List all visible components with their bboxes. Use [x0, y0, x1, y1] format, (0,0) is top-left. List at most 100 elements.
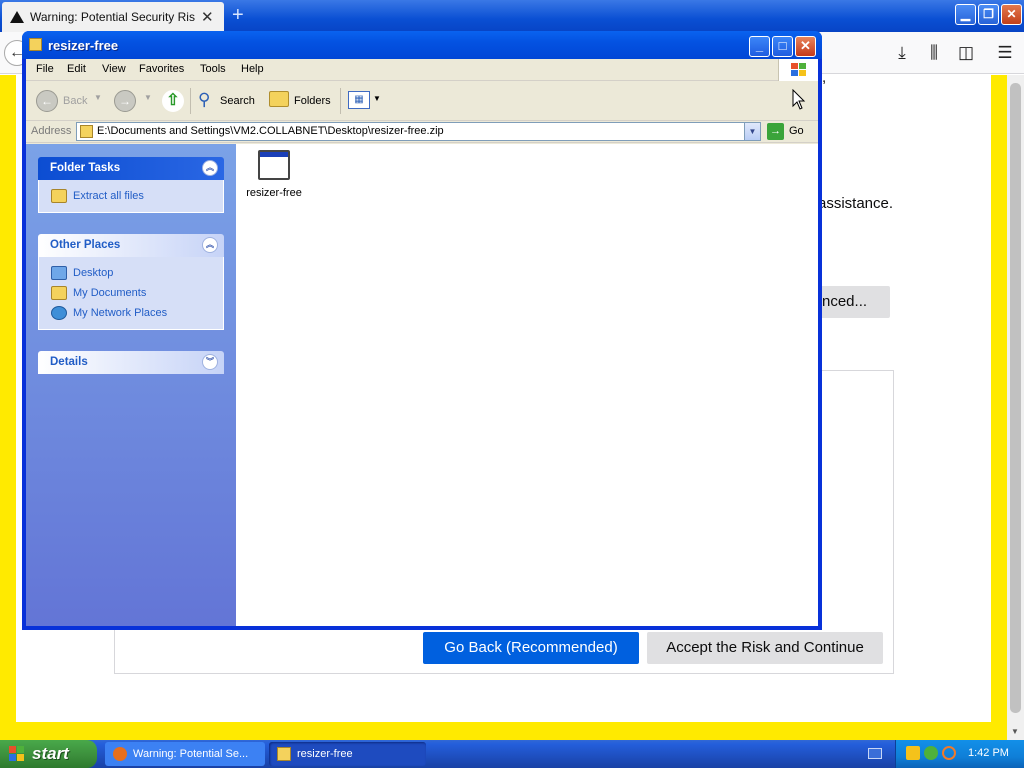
- back-label[interactable]: Back: [63, 95, 87, 107]
- go-back-button[interactable]: Go Back (Recommended): [423, 632, 639, 664]
- file-name[interactable]: resizer-free: [244, 187, 304, 199]
- address-input[interactable]: E:\Documents and Settings\VM2.COLLABNET\…: [76, 122, 761, 141]
- forward-arrow-icon[interactable]: →: [114, 90, 136, 112]
- new-tab-button[interactable]: +: [232, 4, 244, 26]
- back-dropdown-icon[interactable]: ▼: [94, 93, 102, 102]
- my-documents-label[interactable]: My Documents: [73, 287, 146, 299]
- back-arrow-icon[interactable]: ←: [36, 90, 58, 112]
- desktop-label[interactable]: Desktop: [73, 267, 113, 279]
- keyboard-icon[interactable]: [868, 748, 882, 759]
- go-label[interactable]: Go: [789, 125, 804, 137]
- details-header[interactable]: Details ︾: [38, 351, 224, 374]
- my-network-places-label[interactable]: My Network Places: [73, 307, 167, 319]
- zip-folder-icon: [29, 38, 42, 51]
- security-shield-icon[interactable]: [906, 746, 920, 760]
- my-network-places-link[interactable]: My Network Places: [51, 303, 223, 323]
- forward-dropdown-icon[interactable]: ▼: [144, 93, 152, 102]
- minimize-button[interactable]: ▁: [955, 4, 976, 25]
- network-tray-icon[interactable]: [924, 746, 938, 760]
- folder-tasks-body: Extract all files: [38, 180, 224, 213]
- taskbar: start Warning: Potential Se... resizer-f…: [0, 740, 1024, 768]
- explorer-titlebar[interactable]: resizer-free _ □ ✕: [22, 31, 822, 59]
- windows-flag-icon: [778, 59, 818, 81]
- menu-icon[interactable]: ☰: [995, 43, 1015, 63]
- close-button[interactable]: ✕: [1001, 4, 1022, 25]
- address-dropdown-icon[interactable]: ▼: [744, 123, 760, 140]
- menu-favorites[interactable]: Favorites: [139, 63, 184, 75]
- explorer-window: resizer-free _ □ ✕ File Edit View Favori…: [22, 31, 822, 630]
- menu-view[interactable]: View: [102, 63, 126, 75]
- search-tray-icon[interactable]: [942, 746, 956, 760]
- collapse-icon[interactable]: ︽: [202, 237, 218, 253]
- views-dropdown-icon[interactable]: ▼: [373, 94, 381, 103]
- go-button[interactable]: → Go: [767, 123, 817, 141]
- menu-tools[interactable]: Tools: [200, 63, 226, 75]
- text-fragment: assistance.: [818, 195, 894, 212]
- restore-button[interactable]: ❐: [978, 4, 999, 25]
- folders-icon[interactable]: [269, 91, 289, 107]
- text-fragment: ,: [822, 69, 827, 86]
- folder-tasks-header[interactable]: Folder Tasks ︽: [38, 157, 224, 180]
- zip-folder-icon: [80, 125, 93, 138]
- desktop-icon: [51, 266, 67, 280]
- clock[interactable]: 1:42 PM: [968, 747, 1009, 759]
- mouse-cursor-icon: [792, 89, 806, 110]
- up-folder-icon[interactable]: ⇧: [162, 90, 184, 112]
- window-title: resizer-free: [48, 38, 119, 53]
- search-icon[interactable]: ⚲: [198, 90, 210, 110]
- scrollbar-thumb[interactable]: [1010, 83, 1021, 713]
- other-places-header[interactable]: Other Places ︽: [38, 234, 224, 257]
- toolbar-separator: [190, 88, 191, 114]
- folder-tasks-panel: Folder Tasks ︽ Extract all files: [38, 157, 224, 213]
- desktop-link[interactable]: Desktop: [51, 263, 223, 283]
- menu-file[interactable]: File: [36, 63, 54, 75]
- taskbar-item-explorer[interactable]: resizer-free: [269, 742, 426, 766]
- zip-folder-icon: [277, 747, 291, 761]
- folder-tasks-title: Folder Tasks: [50, 162, 121, 174]
- expand-icon[interactable]: ︾: [202, 354, 218, 370]
- extract-all-label[interactable]: Extract all files: [73, 190, 144, 202]
- close-button[interactable]: ✕: [795, 36, 816, 57]
- taskbar-item-label[interactable]: Warning: Potential Se...: [133, 748, 248, 760]
- scroll-down-icon[interactable]: ▼: [1011, 727, 1019, 736]
- sidebar-icon[interactable]: ◫: [956, 43, 976, 63]
- download-icon[interactable]: ⤓: [892, 43, 912, 63]
- search-button[interactable]: Search: [220, 95, 255, 107]
- extract-icon: [51, 189, 67, 203]
- firefox-tab[interactable]: Warning: Potential Security Risk Ahead ✕: [2, 2, 224, 32]
- application-icon[interactable]: [258, 150, 290, 180]
- library-icon[interactable]: ⫼: [924, 43, 944, 63]
- menu-edit[interactable]: Edit: [67, 63, 86, 75]
- warning-border-right: [991, 75, 1007, 722]
- explorer-body: File Edit View Favorites Tools Help ← Ba…: [26, 59, 818, 626]
- address-label: Address: [31, 125, 72, 137]
- collapse-icon[interactable]: ︽: [202, 160, 218, 176]
- windows-logo-icon: [9, 746, 25, 762]
- firefox-icon: [113, 747, 127, 761]
- accept-risk-button[interactable]: Accept the Risk and Continue: [647, 632, 883, 664]
- details-title: Details: [50, 356, 88, 368]
- tab-title: Warning: Potential Security Risk Ahead: [30, 10, 195, 24]
- go-arrow-icon[interactable]: →: [767, 123, 784, 140]
- address-bar: Address E:\Documents and Settings\VM2.CO…: [26, 121, 818, 143]
- maximize-button[interactable]: □: [772, 36, 793, 57]
- close-tab-icon[interactable]: ✕: [201, 8, 214, 26]
- my-documents-icon: [51, 286, 67, 300]
- start-button[interactable]: start: [0, 740, 97, 768]
- file-list[interactable]: resizer-free: [236, 144, 818, 626]
- other-places-panel: Other Places ︽ Desktop My Documents My N…: [38, 234, 224, 330]
- network-icon: [51, 306, 67, 320]
- page-scrollbar[interactable]: ▼: [1007, 75, 1024, 740]
- file-item[interactable]: resizer-free: [244, 150, 304, 199]
- minimize-button[interactable]: _: [749, 36, 770, 57]
- address-value[interactable]: E:\Documents and Settings\VM2.COLLABNET\…: [97, 125, 444, 137]
- system-tray: 1:42 PM: [895, 740, 1024, 768]
- start-label[interactable]: start: [32, 744, 69, 763]
- folders-button[interactable]: Folders: [294, 95, 331, 107]
- menu-help[interactable]: Help: [241, 63, 264, 75]
- extract-all-link[interactable]: Extract all files: [51, 186, 223, 206]
- views-icon[interactable]: ▦: [348, 91, 370, 109]
- my-documents-link[interactable]: My Documents: [51, 283, 223, 303]
- taskbar-item-firefox[interactable]: Warning: Potential Se...: [105, 742, 265, 766]
- taskbar-item-label[interactable]: resizer-free: [297, 748, 353, 760]
